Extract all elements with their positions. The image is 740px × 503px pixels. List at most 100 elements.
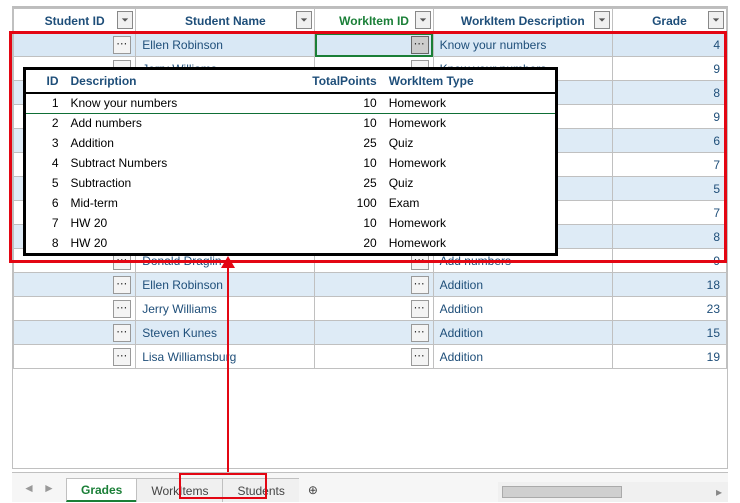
tab-add[interactable]: ⊕ — [299, 478, 327, 502]
cell-student-id[interactable]: 1⋯ — [14, 273, 136, 297]
tab-nav-next-icon[interactable]: ► — [40, 479, 58, 497]
lookup-button[interactable]: ⋯ — [411, 276, 429, 294]
cell-student-name[interactable]: Ellen Robinson — [136, 33, 315, 57]
popup-cell-type: Homework — [383, 213, 555, 233]
filter-dropdown-icon[interactable] — [415, 11, 431, 29]
popup-header-type[interactable]: WorkItem Type — [383, 70, 555, 93]
popup-cell-type: Homework — [383, 233, 555, 253]
cell-student-name[interactable]: Ellen Robinson — [136, 273, 315, 297]
cell-grade[interactable]: 7 — [612, 201, 726, 225]
table-row[interactable]: 2⋯Jerry Williams3⋯Addition23 — [14, 297, 727, 321]
cell-student-id[interactable]: 4⋯ — [14, 345, 136, 369]
popup-cell-type: Homework — [383, 93, 555, 113]
popup-row[interactable]: 5Subtraction25Quiz — [26, 173, 555, 193]
lookup-button[interactable]: ⋯ — [411, 36, 429, 54]
cell-student-id[interactable]: 3⋯ — [14, 321, 136, 345]
lookup-button[interactable]: ⋯ — [113, 36, 131, 54]
lookup-button[interactable]: ⋯ — [411, 300, 429, 318]
popup-row[interactable]: 2Add numbers10Homework — [26, 113, 555, 133]
cell-workitem-desc[interactable]: Addition — [433, 345, 612, 369]
cell-grade[interactable]: 18 — [612, 273, 726, 297]
cell-student-id[interactable]: 2⋯ — [14, 297, 136, 321]
tab-nav-prev-icon[interactable]: ◄ — [20, 479, 38, 497]
popup-row[interactable]: 1Know your numbers10Homework — [26, 93, 555, 113]
tab-students[interactable]: Students — [222, 478, 299, 502]
cell-workitem-id[interactable]: 3⋯ — [315, 345, 433, 369]
lookup-button[interactable]: ⋯ — [113, 276, 131, 294]
horizontal-scrollbar[interactable]: ▸ — [498, 482, 728, 502]
col-header-workitem-id[interactable]: WorkItem ID — [315, 9, 433, 33]
cell-grade[interactable]: 4 — [612, 33, 726, 57]
cell-student-id[interactable]: 1⋯ — [14, 33, 136, 57]
popup-cell-tp: 10 — [263, 113, 383, 133]
tab-label: Grades — [81, 483, 122, 497]
table-row[interactable]: 1⋯Ellen Robinson3⋯Addition18 — [14, 273, 727, 297]
col-label: Student Name — [185, 14, 266, 28]
cell-grade[interactable]: 9 — [612, 105, 726, 129]
cell-grade[interactable]: 9 — [612, 249, 726, 273]
cell-grade[interactable]: 6 — [612, 129, 726, 153]
cell-workitem-desc[interactable]: Addition — [433, 297, 612, 321]
cell-workitem-id[interactable]: 1⋯ — [315, 33, 433, 57]
col-label: Student ID — [45, 14, 105, 28]
filter-dropdown-icon[interactable] — [296, 11, 312, 29]
cell-workitem-desc[interactable]: Know your numbers — [433, 33, 612, 57]
table-row[interactable]: 1⋯Ellen Robinson1⋯Know your numbers4 — [14, 33, 727, 57]
lookup-button[interactable]: ⋯ — [411, 324, 429, 342]
popup-header-desc[interactable]: Description — [65, 70, 264, 93]
cell-workitem-id[interactable]: 3⋯ — [315, 297, 433, 321]
cell-grade[interactable]: 19 — [612, 345, 726, 369]
cell-grade[interactable]: 23 — [612, 297, 726, 321]
scroll-right-icon[interactable]: ▸ — [710, 483, 728, 501]
cell-workitem-desc[interactable]: Addition — [433, 321, 612, 345]
cell-grade[interactable]: 8 — [612, 225, 726, 249]
tab-grades[interactable]: Grades — [66, 478, 137, 502]
popup-cell-id: 5 — [26, 173, 65, 193]
table-row[interactable]: 4⋯Lisa Williamsburg3⋯Addition19 — [14, 345, 727, 369]
lookup-button[interactable]: ⋯ — [113, 324, 131, 342]
popup-cell-desc: Mid-term — [65, 193, 264, 213]
popup-cell-type: Quiz — [383, 133, 555, 153]
cell-grade[interactable]: 5 — [612, 177, 726, 201]
filter-dropdown-icon[interactable] — [708, 11, 724, 29]
popup-row[interactable]: 3Addition25Quiz — [26, 133, 555, 153]
col-header-student-name[interactable]: Student Name — [136, 9, 315, 33]
cell-student-name[interactable]: Jerry Williams — [136, 297, 315, 321]
scrollbar-thumb[interactable] — [502, 486, 622, 498]
cell-workitem-desc[interactable]: Addition — [433, 273, 612, 297]
cell-grade[interactable]: 8 — [612, 81, 726, 105]
popup-header-id[interactable]: ID — [26, 70, 65, 93]
cell-grade[interactable]: 7 — [612, 153, 726, 177]
filter-dropdown-icon[interactable] — [594, 11, 610, 29]
col-header-student-id[interactable]: Student ID — [14, 9, 136, 33]
lookup-button[interactable]: ⋯ — [411, 348, 429, 366]
lookup-button[interactable]: ⋯ — [113, 300, 131, 318]
popup-row[interactable]: 8HW 2020Homework — [26, 233, 555, 253]
popup-cell-desc: Add numbers — [65, 113, 264, 133]
popup-cell-tp: 100 — [263, 193, 383, 213]
cell-student-name[interactable]: Lisa Williamsburg — [136, 345, 315, 369]
cell-grade[interactable]: 9 — [612, 57, 726, 81]
cell-workitem-id[interactable]: 3⋯ — [315, 273, 433, 297]
cell-workitem-id[interactable]: 3⋯ — [315, 321, 433, 345]
col-header-workitem-desc[interactable]: WorkItem Description — [433, 9, 612, 33]
cell-grade[interactable]: 15 — [612, 321, 726, 345]
header-row: Student ID Student Name WorkItem ID Work… — [14, 9, 727, 33]
popup-cell-desc: Know your numbers — [65, 93, 264, 113]
lookup-popup[interactable]: ID Description TotalPoints WorkItem Type… — [23, 67, 558, 256]
filter-dropdown-icon[interactable] — [117, 11, 133, 29]
popup-cell-tp: 25 — [263, 173, 383, 193]
lookup-button[interactable]: ⋯ — [113, 348, 131, 366]
cell-student-name[interactable]: Steven Kunes — [136, 321, 315, 345]
popup-row[interactable]: 6Mid-term100Exam — [26, 193, 555, 213]
tab-workitems[interactable]: WorkItems — [136, 478, 223, 502]
popup-header-totalpoints[interactable]: TotalPoints — [263, 70, 383, 93]
popup-cell-id: 3 — [26, 133, 65, 153]
table-row[interactable]: 3⋯Steven Kunes3⋯Addition15 — [14, 321, 727, 345]
popup-cell-type: Exam — [383, 193, 555, 213]
popup-row[interactable]: 4Subtract Numbers10Homework — [26, 153, 555, 173]
popup-cell-tp: 10 — [263, 153, 383, 173]
popup-cell-type: Homework — [383, 113, 555, 133]
col-header-grade[interactable]: Grade — [612, 9, 726, 33]
popup-row[interactable]: 7HW 2010Homework — [26, 213, 555, 233]
